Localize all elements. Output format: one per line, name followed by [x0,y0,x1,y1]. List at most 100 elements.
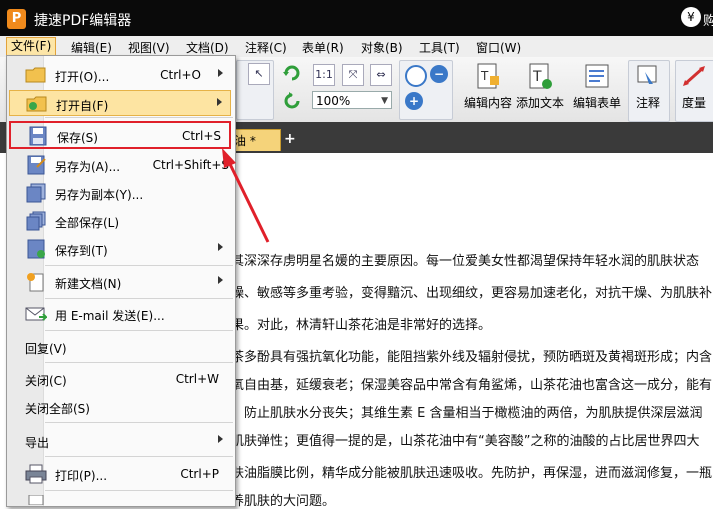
folder-globe-icon [26,94,48,114]
doc-line: 氧自由基，延缓衰老；保湿美容品中常含有角鲨烯，山茶花油也富含这一成分，能有 [231,378,713,393]
menu-item-export[interactable]: 导出 [9,428,231,454]
menu-form[interactable]: 表单(R) [302,39,344,56]
menu-item-open[interactable]: 打开(O)... Ctrl+O [9,62,231,88]
app-logo-icon: P [7,9,26,29]
comment-button[interactable]: 注释 [628,60,668,118]
menu-view[interactable]: 视图(V) [128,39,170,56]
menu-separator [45,117,233,118]
menu-item-close-all[interactable]: 关闭全部(S) [9,394,231,420]
save-all-icon [25,211,47,231]
submenu-arrow-icon [218,276,223,284]
measure-label: 度量 [681,96,706,110]
menu-item-open-from[interactable]: 打开自(F) [9,90,231,116]
menu-separator [45,265,233,266]
zoom-area-icon[interactable] [405,65,427,87]
edit-content-button[interactable]: T 编辑内容 [460,60,516,118]
add-tab-icon[interactable]: + [284,131,296,147]
svg-text:T: T [532,69,542,85]
menu-window[interactable]: 窗口(W) [476,39,521,56]
doc-line: 茶多酚具有强抗氧化功能，能阻挡紫外线及辐射侵扰，预防晒斑及黄褐斑形成；内含 [231,350,713,365]
menu-separator [45,330,233,331]
svg-text:T: T [480,69,489,83]
menu-item-save-all[interactable]: 全部保存(L) [9,208,231,234]
menu-item-shortcut: Ctrl+O [160,68,201,82]
menu-separator [45,298,233,299]
menu-document[interactable]: 文档(D) [186,39,229,56]
menu-item-shortcut: Ctrl+S [181,129,221,143]
menu-tools[interactable]: 工具(T) [419,39,460,56]
rotate-cw-icon[interactable] [282,63,302,83]
menu-item-save-to[interactable]: 保存到(T) [9,236,231,262]
menu-item-label: 打开自(F) [56,99,109,113]
submenu-arrow-icon [218,69,223,77]
menu-item-close[interactable]: 关闭(C) Ctrl+W [9,366,231,392]
fit-page-icon[interactable]: ⤧ [342,64,364,86]
submenu-arrow-icon [218,435,223,443]
menu-item-label: 用 E-mail 发送(E)... [55,309,165,323]
zoom-out-icon[interactable]: − [430,65,448,83]
add-text-icon: T [527,62,553,90]
doc-line: 果。对此，林清轩山茶花油是非常好的选择。 [231,318,492,333]
fit-width-icon[interactable]: ⇔ [370,64,392,86]
menu-item-label: 回复(V) [25,342,67,356]
save-to-icon [25,239,47,259]
menu-item-save-copy[interactable]: 另存为副本(Y)... [9,180,231,206]
zoom-select[interactable]: 100% ▼ [312,91,392,109]
chevron-down-icon: ▼ [381,96,388,106]
add-text-label: 添加文本 [515,96,564,110]
select-text-icon[interactable]: ↖ [248,63,270,85]
purchase-label[interactable]: 购 [703,10,713,29]
save-as-icon [25,155,47,175]
menu-item-label: 另存为副本(Y)... [55,188,144,202]
save-icon [27,126,49,146]
measure-button[interactable]: 度量 [675,60,713,118]
menu-item-label: 导出 [25,436,50,450]
actual-size-icon[interactable]: 1:1 [313,64,335,86]
menu-item-new-document[interactable]: 新建文档(N) [9,269,231,295]
email-icon [25,304,49,324]
doc-line: 其深深存虏明星名媛的主要原因。每一位爱美女性都渴望保持年轻水润的肌肤状态 [231,254,700,269]
measure-icon [681,62,707,90]
edit-content-icon: T [475,62,501,90]
menu-item-shortcut: Ctrl+P [180,467,219,481]
edit-form-button[interactable]: 编辑表单 [570,60,624,118]
doc-line: 燥、敏感等多重考验，变得黯沉、出现细纹，更容易加速老化，对抗干燥、为肌肤补 [231,286,713,301]
zoom-value: 100% [316,94,351,108]
rotate-ccw-icon[interactable] [282,91,302,111]
zoom-in-icon[interactable]: + [405,92,423,110]
menu-comment[interactable]: 注释(C) [245,39,287,56]
menu-item-save-as[interactable]: 另存为(A)... Ctrl+Shift+S [9,152,231,178]
title-bar: P 捷速PDF编辑器 ¥ 购 [0,0,713,36]
save-copy-icon [25,183,47,203]
document-icon [25,494,47,506]
menu-item-revert[interactable]: 回复(V) [9,334,231,360]
add-text-button[interactable]: T 添加文本 [513,60,567,118]
menu-item-shortcut: Ctrl+W [175,372,219,386]
submenu-arrow-icon [218,243,223,251]
comment-label: 注释 [635,96,660,110]
submenu-arrow-icon [217,98,222,106]
menu-object[interactable]: 对象(B) [361,39,403,56]
doc-line: 肌肤弹性；更值得一提的是，山茶花油中有“美容酸”之称的油酸的占比居世界四大 [231,434,700,449]
edit-content-label: 编辑内容 [463,96,512,110]
menu-item-save[interactable]: 保存(S) Ctrl+S [9,121,231,149]
menu-item-label: 新建文档(N) [55,277,122,291]
yen-icon[interactable]: ¥ [681,7,701,27]
menu-item-label: 保存到(T) [55,244,108,258]
menu-separator [45,422,233,423]
menu-file[interactable]: 文件(F) [6,37,57,56]
comment-icon [635,62,661,90]
new-document-icon [25,272,47,292]
menu-item-more[interactable] [9,493,231,506]
menu-separator [45,362,233,363]
menu-item-print[interactable]: 打印(P)... Ctrl+P [9,461,231,487]
tab-document[interactable]: 油 * [229,129,281,151]
menu-edit[interactable]: 编辑(E) [71,39,112,56]
doc-line: 肤油脂膜比例，精华成分能被肌肤迅速吸收。先防护，再保湿，进而滋润修复，一瓶 [231,466,713,481]
menu-item-email[interactable]: 用 E-mail 发送(E)... [9,301,231,327]
menu-item-label: 关闭(C) [25,374,67,388]
doc-line: ，防止肌肤水分丧失；其维生素 E 含量相当于橄榄油的两倍，为肌肤提供深层滋润 [231,406,703,421]
menu-item-label: 保存(S) [57,131,98,145]
folder-open-icon [25,65,47,85]
app-title: 捷速PDF编辑器 [34,13,132,29]
